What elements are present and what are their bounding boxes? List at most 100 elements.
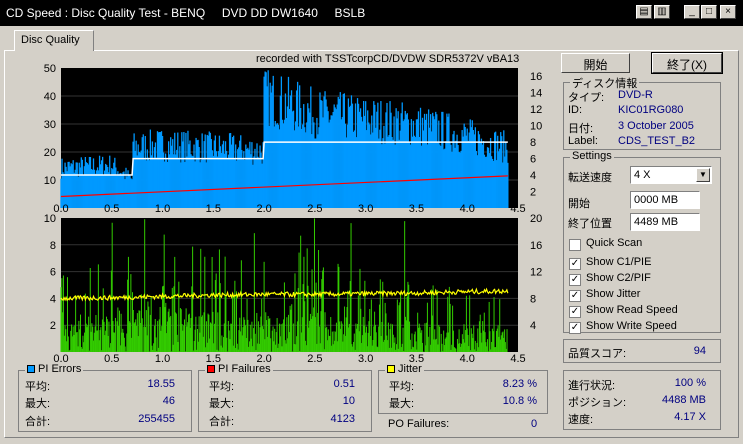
id-label: ID:	[568, 104, 583, 116]
jitter-group: Jitter 平均: 8.23 % 最大: 10.8 %	[378, 363, 548, 414]
x-tick: 1.0	[155, 203, 170, 215]
show-jitter-checkbox[interactable]: ✓	[569, 290, 581, 302]
speed-select[interactable]: 4 X ▼	[630, 166, 712, 184]
y-right-tick: 8	[530, 137, 536, 149]
y-left-tick: 40	[44, 91, 56, 103]
y-right-tick: 6	[530, 154, 536, 166]
jitter-avg-label: 平均:	[389, 381, 415, 393]
show-c2-checkbox[interactable]: ✓	[569, 274, 581, 286]
position-value: 4488 MB	[661, 394, 706, 406]
y-right-tick: 20	[530, 213, 542, 225]
pi-errors-avg-label: 平均:	[25, 381, 51, 393]
end-field[interactable]: 4489 MB	[630, 213, 700, 231]
disc-info-group: ディスク情報 タイプ: DVD-R ID: KIC01RG080 日付: 3 O…	[563, 75, 721, 150]
start-button-label: 開始	[583, 58, 608, 72]
position-label: ポジション:	[568, 397, 627, 409]
y-right-tick: 2	[530, 187, 536, 199]
pi-failures-group: PI Failures 平均: 0.51 最大: 10 合計: 4123	[198, 363, 372, 432]
start-button[interactable]: 開始	[561, 53, 630, 73]
pi-failures-max: 10	[342, 395, 355, 407]
x-tick: 2.5	[307, 203, 322, 215]
po-failures-label: PO Failures:	[388, 418, 450, 430]
end-label: 終了位置	[568, 218, 612, 230]
pi-errors-avg: 18.55	[147, 378, 175, 390]
stop-button[interactable]: 終了(X)	[651, 52, 723, 74]
recorded-with-label: recorded with TSSTcorpCD/DVDW SDR5372V v…	[256, 53, 519, 65]
x-tick: 2.0	[256, 203, 271, 215]
x-tick: 1.0	[155, 353, 170, 365]
x-tick: 3.0	[358, 203, 373, 215]
pi-failures-avg: 0.51	[333, 378, 355, 390]
x-tick: 2.5	[307, 353, 322, 365]
jitter-max-label: 最大:	[389, 398, 415, 410]
show-c1-checkbox[interactable]: ✓	[569, 258, 581, 270]
jitter-caption-text: Jitter	[398, 363, 422, 375]
speed-readout-label: 速度:	[568, 414, 594, 426]
settings-group: Settings 転送速度 4 X ▼ 開始 0000 MB 終了位置 4489…	[563, 150, 721, 334]
show-write-checkbox[interactable]: ✓	[569, 322, 581, 334]
label-label: Label:	[568, 135, 598, 147]
id-value: KIC01RG080	[618, 104, 684, 116]
po-failures-value: 0	[531, 418, 538, 430]
y-left-tick: 8	[50, 240, 56, 252]
stop-button-label: 終了(X)	[667, 58, 707, 72]
jitter-max: 10.8 %	[502, 395, 537, 407]
pi-failures-swatch	[207, 365, 215, 373]
score-label: 品質スコア:	[568, 348, 627, 360]
x-tick: 4.0	[460, 353, 475, 365]
pi-failures-total-label: 合計:	[209, 416, 235, 428]
y-left-tick: 10	[44, 175, 56, 187]
y-right-tick: 16	[530, 71, 542, 83]
y-right-tick: 14	[530, 88, 542, 100]
x-tick: 0.5	[104, 203, 119, 215]
y-right-tick: 10	[530, 121, 542, 133]
speed-label: 転送速度	[568, 172, 612, 184]
jitter-swatch	[387, 365, 395, 373]
y-right-tick: 12	[530, 104, 542, 116]
pi-failures-avg-label: 平均:	[209, 381, 235, 393]
jitter-avg: 8.23 %	[502, 378, 537, 390]
pi-errors-total: 255455	[138, 413, 175, 425]
x-tick: 4.0	[460, 203, 475, 215]
speed-select-value: 4 X	[634, 169, 651, 181]
x-tick: 3.0	[358, 353, 373, 365]
pi-failures-total: 4123	[330, 413, 355, 425]
score-group: 品質スコア: 94	[563, 339, 721, 363]
chevron-down-icon[interactable]: ▼	[696, 168, 710, 182]
date-label: 日付:	[568, 123, 594, 135]
pi-errors-max: 46	[162, 395, 175, 407]
x-tick: 4.5	[510, 353, 525, 365]
x-tick: 0.5	[104, 353, 119, 365]
quick-scan-checkbox[interactable]	[569, 239, 581, 251]
show-write-label: Show Write Speed	[586, 320, 677, 332]
y-left-tick: 6	[50, 267, 56, 279]
start-label: 開始	[568, 198, 590, 210]
date-value: 3 October 2005	[618, 120, 694, 132]
pi-errors-swatch	[27, 365, 35, 373]
y-right-tick: 4	[530, 320, 536, 332]
quick-scan-label: Quick Scan	[586, 237, 643, 249]
show-jitter-label: Show Jitter	[586, 288, 641, 300]
jitter-caption: Jitter	[385, 363, 424, 375]
start-field[interactable]: 0000 MB	[630, 191, 700, 209]
end-field-value: 4489 MB	[634, 216, 679, 228]
pi-errors-total-label: 合計:	[25, 416, 51, 428]
pi-errors-max-label: 最大:	[25, 398, 51, 410]
settings-caption: Settings	[570, 150, 614, 162]
pi-errors-caption: PI Errors	[25, 363, 84, 375]
y-left-tick: 30	[44, 119, 56, 131]
type-value: DVD-R	[618, 89, 653, 101]
show-c2-label: Show C2/PIF	[586, 272, 651, 284]
label-value: CDS_TEST_B2	[618, 135, 696, 147]
status-label: 進行状況:	[568, 380, 616, 392]
x-tick: 3.5	[409, 203, 424, 215]
show-read-checkbox[interactable]: ✓	[569, 306, 581, 318]
start-field-value: 0000 MB	[634, 194, 679, 206]
y-right-tick: 16	[530, 240, 542, 252]
show-c1-label: Show C1/PIE	[586, 256, 652, 268]
y-right-tick: 8	[530, 293, 536, 305]
pi-errors-group: PI Errors 平均: 18.55 最大: 46 合計: 255455	[18, 363, 192, 432]
y-left-tick: 20	[44, 147, 56, 159]
pi-failures-caption: PI Failures	[205, 363, 273, 375]
y-right-tick: 4	[530, 170, 536, 182]
